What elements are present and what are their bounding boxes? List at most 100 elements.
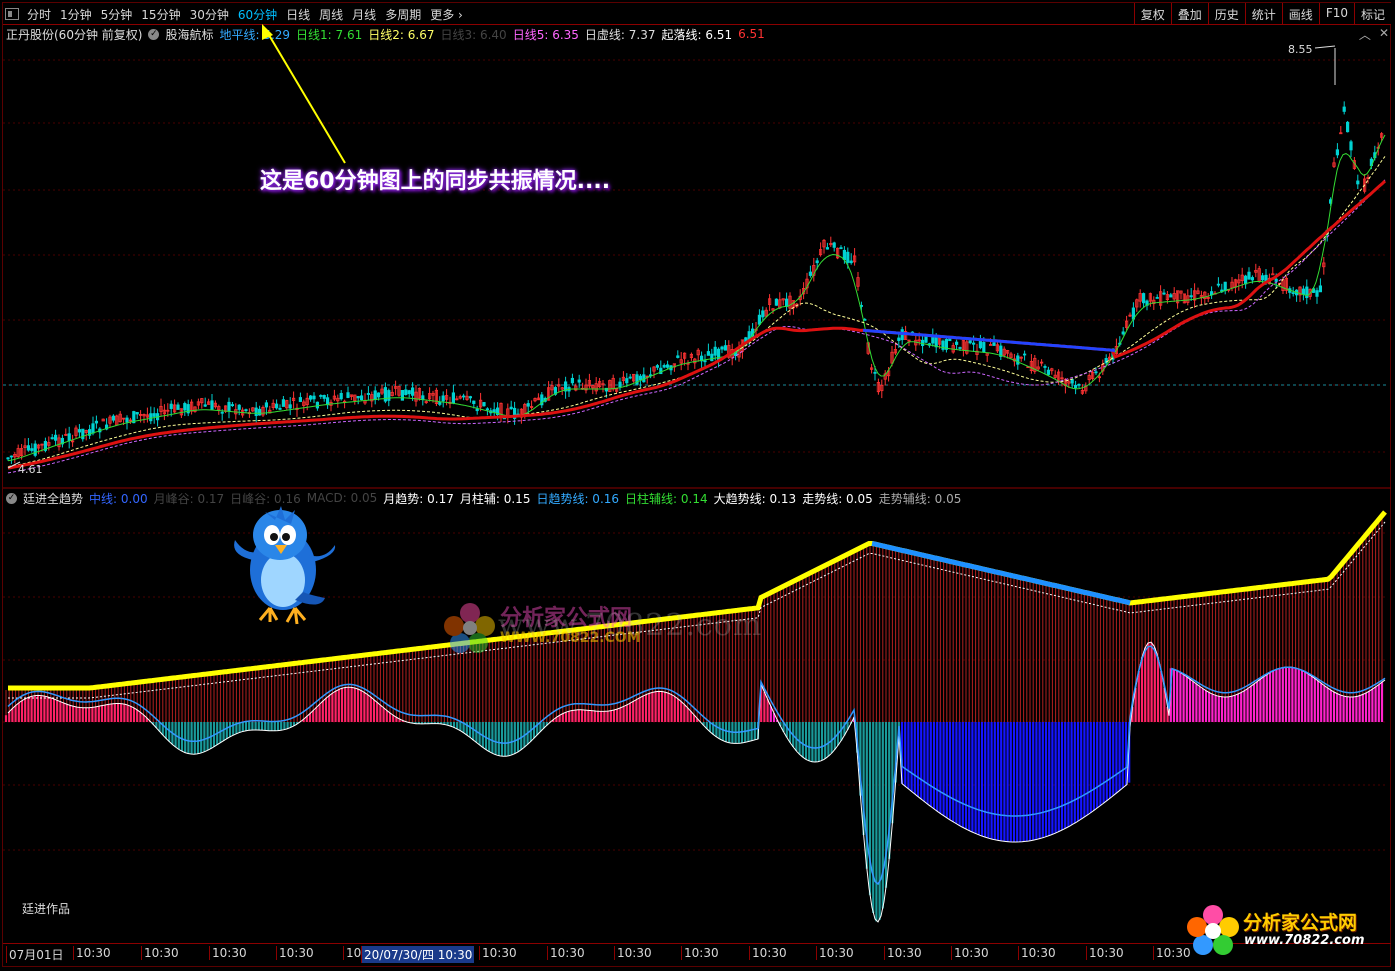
candle-body <box>359 395 364 401</box>
ma-line-2 <box>7 156 1386 468</box>
time-tick-12: 10:30 <box>816 946 854 960</box>
candle-body <box>815 260 819 264</box>
indicator-value-7: 日柱辅线: 0.14 <box>625 491 708 506</box>
candle-body <box>982 342 986 353</box>
candle-body <box>638 375 643 381</box>
candle-body <box>774 298 779 306</box>
candle-body <box>288 404 292 409</box>
candle-body <box>1264 274 1268 282</box>
candle-body <box>67 433 71 442</box>
logo-text: 分析家公式网 <box>1243 912 1358 934</box>
candle-body <box>808 271 813 276</box>
candle-body <box>1342 106 1346 112</box>
indicator-value-10: 走势辅线: 0.05 <box>878 491 962 506</box>
candle-body <box>1155 297 1159 299</box>
time-tick-14: 10:30 <box>951 946 989 960</box>
candle-body <box>468 396 473 399</box>
indicator-panel-name[interactable]: 廷进全趋势 <box>23 490 83 507</box>
candle-body <box>577 379 581 383</box>
candle-body <box>274 403 279 409</box>
candle-body <box>1023 353 1027 356</box>
candle-body <box>968 340 972 344</box>
candle-body <box>713 346 717 356</box>
candle-body <box>220 411 224 414</box>
time-tick-9: 10:30 <box>614 946 652 960</box>
candle-body <box>703 360 707 363</box>
candle-body <box>91 423 95 434</box>
candle-body <box>1244 275 1248 285</box>
candle-body <box>723 345 728 351</box>
candle-body <box>339 392 343 400</box>
candle-body <box>244 409 248 412</box>
candle-body <box>312 395 316 400</box>
candle-body <box>376 392 381 398</box>
candle-body <box>720 346 724 350</box>
candle-body <box>325 397 330 406</box>
candle-body <box>278 407 282 410</box>
candle-body <box>1274 278 1278 282</box>
candle-body <box>298 397 303 402</box>
candle-body <box>125 417 129 423</box>
candle-body <box>1250 277 1254 281</box>
candle-body <box>1074 384 1078 389</box>
candle-body <box>825 247 830 250</box>
candle-body <box>863 319 867 321</box>
candle-body <box>706 351 711 356</box>
price-chart <box>3 24 1391 923</box>
candle-body <box>373 390 377 401</box>
candle-body <box>1349 141 1353 151</box>
candle-body <box>972 342 976 345</box>
candle-body <box>356 395 360 399</box>
candle-body <box>625 378 629 384</box>
candle-body <box>366 392 371 395</box>
price-low-label: 4.61 <box>18 463 43 476</box>
candle-body <box>315 401 320 409</box>
candle-body <box>230 404 234 407</box>
candle-body <box>94 420 98 424</box>
candle-body <box>1216 283 1220 286</box>
annotation-arrow <box>265 29 346 164</box>
candle-body <box>9 455 13 458</box>
candle-body <box>441 395 445 402</box>
candle-body <box>628 376 632 379</box>
candle-body <box>451 392 456 404</box>
candle-body <box>400 390 405 401</box>
candle-body <box>839 247 843 250</box>
candle-body <box>461 395 466 398</box>
candle-body <box>438 401 442 405</box>
indicator-settings-icon[interactable]: ✓ <box>6 492 17 504</box>
candle-body <box>482 402 486 407</box>
candle-body <box>6 457 10 460</box>
candle-body <box>254 407 258 416</box>
indicator-value-0: 中线: 0.00 <box>89 491 148 506</box>
candle-body <box>1318 285 1322 293</box>
watermark-flower-icon <box>444 603 495 653</box>
price-high-label: 8.55 <box>1288 43 1313 56</box>
candle-body <box>54 434 58 441</box>
candle-body <box>846 251 850 263</box>
time-tick-11: 10:30 <box>749 946 787 960</box>
candle-body <box>322 395 326 399</box>
candle-body <box>761 310 765 318</box>
watermark-url: WWW.70822.COM <box>500 630 641 646</box>
candle-body <box>1162 292 1166 295</box>
candle-body <box>1315 290 1319 297</box>
candle-body <box>485 408 490 411</box>
candle-body <box>1291 292 1295 295</box>
candle-body <box>33 443 37 456</box>
candle-body <box>176 404 180 410</box>
candle-body <box>1043 366 1047 368</box>
candle-body <box>169 403 173 409</box>
candle-body <box>346 392 350 398</box>
candle-body <box>237 404 241 410</box>
candle-body <box>407 390 411 395</box>
candle-body <box>1247 271 1251 280</box>
candle-body <box>958 347 962 349</box>
candle-body <box>509 406 513 410</box>
time-tick-2: 10:30 <box>141 946 179 960</box>
candle-body <box>492 409 496 413</box>
trend-line-white <box>7 641 1386 923</box>
candle-body <box>50 437 54 440</box>
time-axis: 07月01日 10:30 10:30 10:30 10:30 10:30 20/07/30/… <box>3 943 1391 966</box>
indicator-value-6: 日趋势线: 0.16 <box>536 491 620 506</box>
